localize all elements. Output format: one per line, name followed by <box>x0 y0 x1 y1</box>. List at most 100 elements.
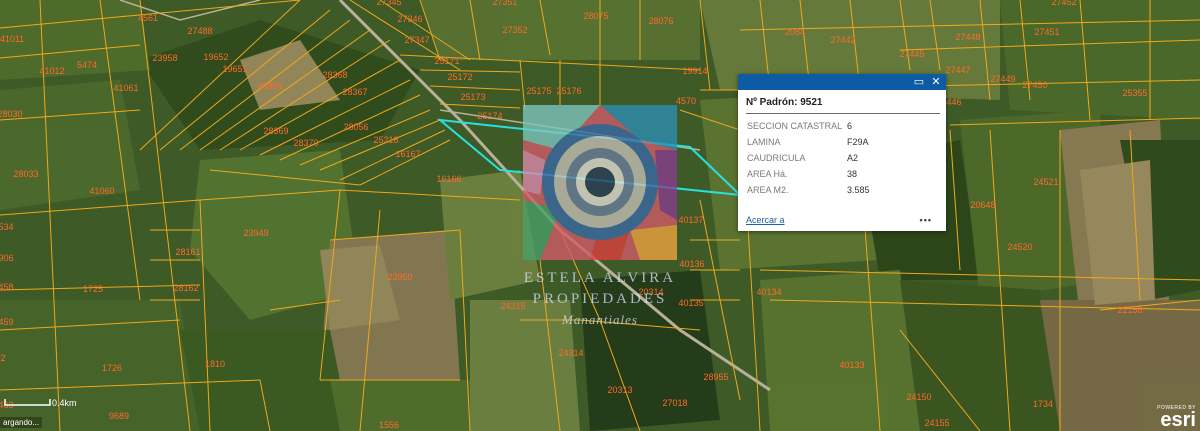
popup-value: 38 <box>847 169 858 179</box>
parcel-label: 1556 <box>379 420 399 430</box>
parcel-label: 24520 <box>1007 242 1032 252</box>
popup-key: AREA Há. <box>747 169 788 179</box>
popup-value: A2 <box>847 153 859 163</box>
parcel-label: 28161 <box>175 247 200 257</box>
parcel-label: 27488 <box>187 26 212 36</box>
parcel-label: 534 <box>0 222 14 232</box>
parcel-label: 27018 <box>662 398 687 408</box>
parcel-label: 1725 <box>83 284 103 294</box>
popup-row-caudricula: CAUDRICULA A2 <box>738 150 946 166</box>
parcel-label: 24521 <box>1033 177 1058 187</box>
parcel-label: 41060 <box>89 186 114 196</box>
popup-footer: Acercar a ••• <box>746 215 936 225</box>
parcel-label: 2084 <box>785 27 805 37</box>
map-canvas[interactable]: 4561 41011 27488 19652 19651 5474 23958 … <box>0 0 1200 431</box>
parcel-label: 5474 <box>77 60 97 70</box>
parcel-label: 27352 <box>502 25 527 35</box>
popup-key: AREA M2. <box>747 185 789 195</box>
parcel-label: 27447 <box>945 65 970 75</box>
watermark-line3: Manantiales <box>562 312 638 327</box>
parcel-label: 25174 <box>477 111 502 121</box>
parcel-label: 40137 <box>678 215 703 225</box>
parcel-label: 19914 <box>682 66 707 76</box>
parcel-label: 27346 <box>397 14 422 24</box>
parcel-label: 25175 <box>526 86 551 96</box>
popup-row-area-ha: AREA Há. 38 <box>738 166 946 182</box>
parcel-label: 24150 <box>906 392 931 402</box>
parcel-label: 28030 <box>0 109 23 119</box>
parcel-label: 27442 <box>830 35 855 45</box>
popup-key: SECCION CATASTRAL <box>747 121 843 131</box>
watermark-line1: ESTELA ALVIRA <box>523 270 677 286</box>
popup-title: Nº Padrón: 9521 <box>746 97 823 108</box>
parcel-label: 20313 <box>607 385 632 395</box>
parcel-label: 23950 <box>387 272 412 282</box>
maximize-icon[interactable]: ▭ <box>912 75 926 89</box>
parcel-label: 28370 <box>293 138 318 148</box>
popup-value: 6 <box>847 121 853 131</box>
parcel-label: 28162 <box>173 283 198 293</box>
parcel-label: 27450 <box>1022 80 1047 90</box>
parcel-label: 28075 <box>583 11 608 21</box>
scale-bar <box>4 399 51 406</box>
parcel-label: 16166 <box>436 174 461 184</box>
parcel-label: 24314 <box>558 348 583 358</box>
parcel-label: 25176 <box>556 86 581 96</box>
popup-value: F29A <box>847 137 869 147</box>
popup-divider <box>746 113 940 114</box>
parcel-label: 458 <box>0 282 14 292</box>
watermark-line2: PROPIEDADES <box>532 291 668 307</box>
popup-key: LAMINA <box>747 137 781 147</box>
esri-logo[interactable]: POWERED BY esri <box>1157 405 1196 431</box>
popup-header: ▭ ✕ <box>738 74 946 90</box>
parcel-label: 23958 <box>152 53 177 63</box>
scale-label: 0.4km <box>52 398 77 408</box>
parcel-label: 27445 <box>899 49 924 59</box>
parcel-label: 27448 <box>955 32 980 42</box>
more-options-icon[interactable]: ••• <box>920 215 932 225</box>
parcel-label: 24155 <box>924 418 949 428</box>
parcel-label: 23949 <box>243 228 268 238</box>
watermark-logo <box>523 105 677 260</box>
parcel-label: 27347 <box>404 35 429 45</box>
parcel-label: 27452 <box>1051 0 1076 7</box>
parcel-label: 28033 <box>13 169 38 179</box>
parcel-label: 19652 <box>203 52 228 62</box>
parcel-label: 2 <box>0 353 5 363</box>
parcel-label: 25355 <box>1122 88 1147 98</box>
parcel-label: 906 <box>0 253 14 263</box>
parcel-label: 19651 <box>222 64 247 74</box>
parcel-label: 1734 <box>1033 399 1053 409</box>
parcel-label: 25218 <box>373 135 398 145</box>
parcel-label: 28368 <box>322 70 347 80</box>
parcel-label: 22158 <box>1117 305 1142 315</box>
parcel-label: 40856 <box>257 81 282 91</box>
parcel-label: 40136 <box>679 259 704 269</box>
parcel-label: 25172 <box>447 72 472 82</box>
parcel-label: 40134 <box>756 287 781 297</box>
parcel-label: 41061 <box>113 83 138 93</box>
close-icon[interactable]: ✕ <box>929 75 943 89</box>
popup-row-seccion: SECCION CATASTRAL 6 <box>738 118 946 134</box>
parcel-label: 41011 <box>0 34 24 44</box>
parcel-label: 28076 <box>648 16 673 26</box>
esri-wordmark: esri <box>1160 409 1196 431</box>
parcel-label: 4561 <box>138 13 158 23</box>
parcel-label: 28056 <box>343 122 368 132</box>
zoom-to-link[interactable]: Acercar a <box>746 215 785 225</box>
parcel-label: 28369 <box>263 126 288 136</box>
popup-value: 3.585 <box>847 185 870 195</box>
parcel-label: 16167 <box>395 149 420 159</box>
parcel-label: 41012 <box>39 66 64 76</box>
parcel-label: 25173 <box>460 92 485 102</box>
parcel-label: 27351 <box>492 0 517 7</box>
parcel-label: 28955 <box>703 372 728 382</box>
popup-row-lamina: LAMINA F29A <box>738 134 946 150</box>
parcel-label: 40133 <box>839 360 864 370</box>
parcel-label: 446 <box>946 97 961 107</box>
popup-key: CAUDRICULA <box>747 153 806 163</box>
popup-row-area-m2: AREA M2. 3.585 <box>738 182 946 198</box>
parcel-label: 27449 <box>990 74 1015 84</box>
parcel-label: 459 <box>0 317 14 327</box>
loading-status: argando... <box>0 417 43 428</box>
